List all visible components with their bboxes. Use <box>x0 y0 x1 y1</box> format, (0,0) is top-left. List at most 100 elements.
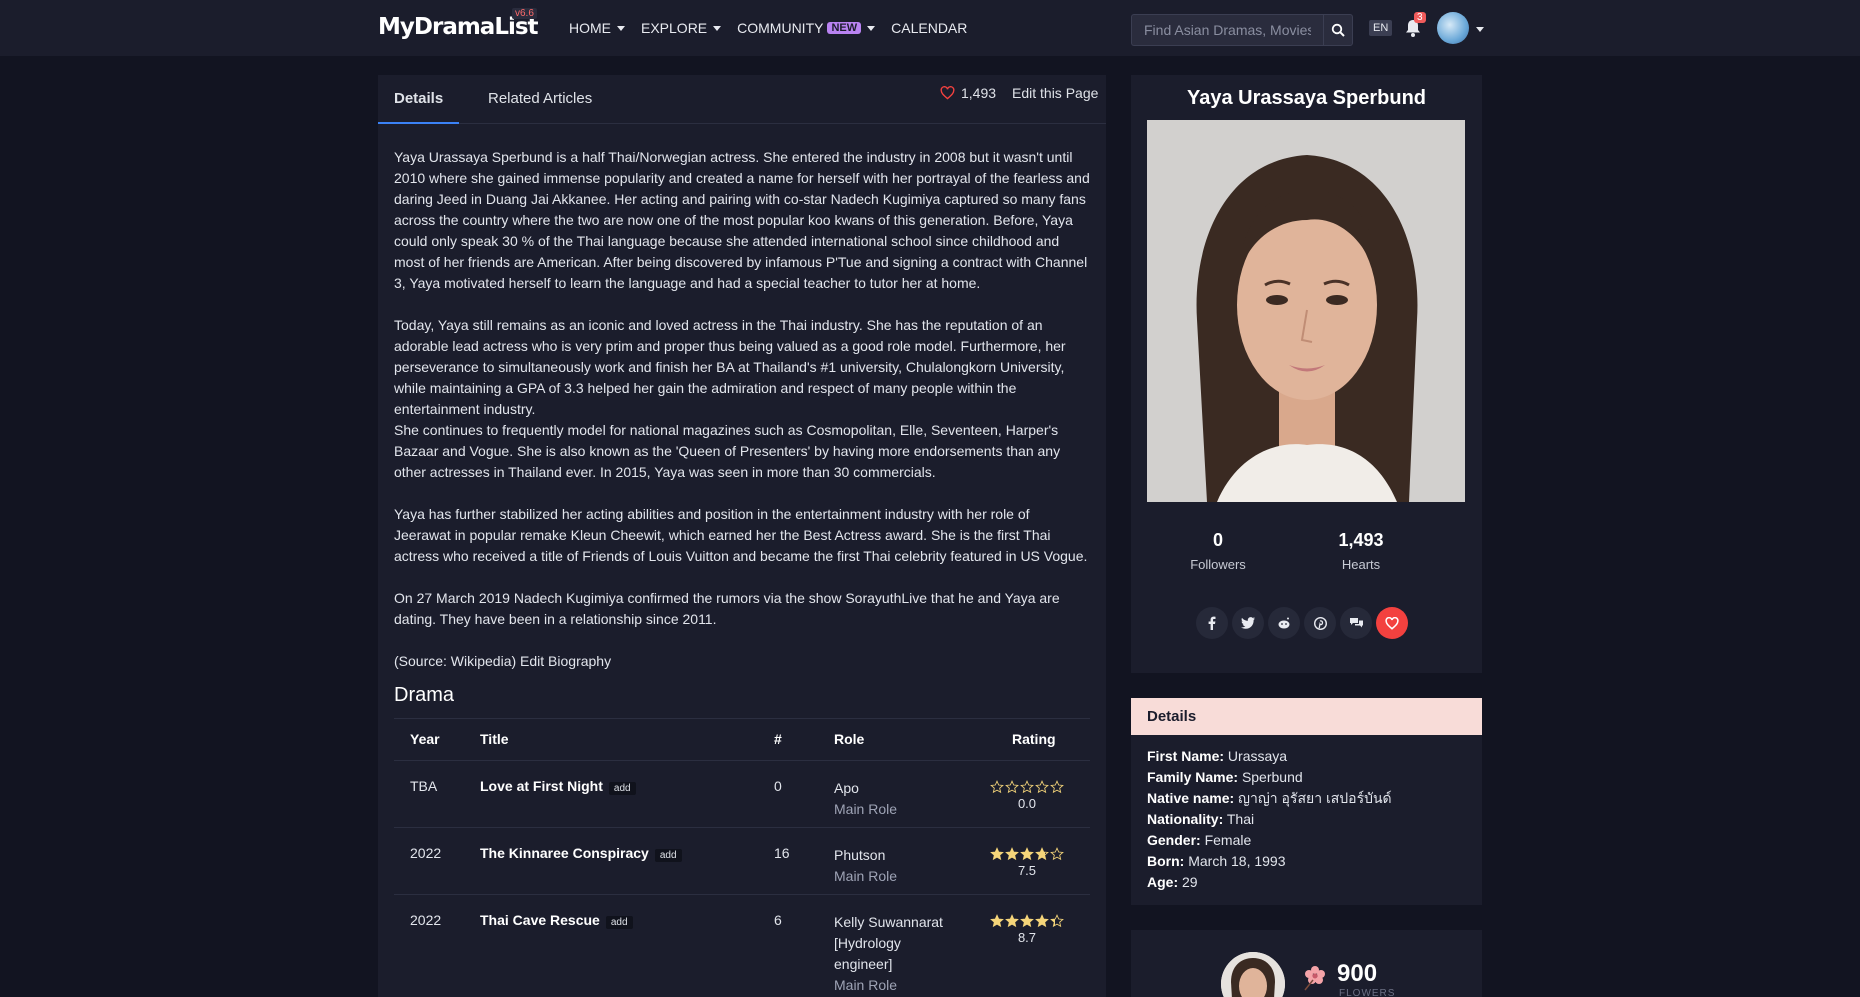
flower-icon <box>1304 966 1325 991</box>
nav-community[interactable]: COMMUNITY NEW <box>737 20 876 36</box>
drama-heading: Drama <box>394 684 455 706</box>
star-icon <box>990 780 1004 794</box>
column-year: Year <box>410 731 440 747</box>
search-icon <box>1331 23 1345 37</box>
twitter-share-button[interactable] <box>1232 607 1264 639</box>
detail-value: 29 <box>1182 874 1198 890</box>
star-icon <box>1035 847 1049 861</box>
star-rating <box>990 847 1064 861</box>
drama-episodes: 6 <box>774 912 782 928</box>
facebook-icon <box>1208 616 1216 630</box>
detail-item: Age: 29 <box>1147 872 1466 893</box>
biography: Yaya Urassaya Sperbund is a half Thai/No… <box>394 147 1090 693</box>
detail-item: Native name: ญาญ่า อุรัสยา เสปอร์บันด์ <box>1147 788 1466 809</box>
role-name: Kelly Suwannarat [Hydrology engineer] <box>834 914 943 972</box>
rating-value: 7.5 <box>1017 863 1037 878</box>
add-to-list-button[interactable]: add <box>605 916 633 929</box>
star-icon <box>1050 780 1064 794</box>
table-row: 2022 Thai Cave Rescue add 6 Kelly Suwanna… <box>394 895 1090 997</box>
details-list: First Name: Urassaya Family Name: Sperbu… <box>1131 735 1482 904</box>
nav-home[interactable]: HOME <box>569 20 625 36</box>
heart-outline-icon <box>940 86 955 100</box>
rating-value: 0.0 <box>1017 796 1037 811</box>
role-type: Main Role <box>834 868 898 884</box>
drama-title-link[interactable]: Thai Cave Rescue <box>480 912 600 928</box>
detail-label: Native name: <box>1147 790 1235 806</box>
heart-count-button[interactable]: 1,493 <box>940 85 996 101</box>
actor-photo <box>1147 120 1465 502</box>
profile-stats: 0 Followers 1,493 Hearts <box>1131 530 1482 580</box>
detail-value: Urassaya <box>1227 748 1288 764</box>
comments-button[interactable] <box>1340 607 1372 639</box>
nav-home-label: HOME <box>569 20 611 36</box>
detail-label: Gender: <box>1147 832 1201 848</box>
drama-year: TBA <box>410 778 438 794</box>
bio-paragraph: On 27 March 2019 Nadech Kugimiya confirm… <box>394 590 1060 627</box>
pinterest-share-button[interactable] <box>1304 607 1336 639</box>
detail-value: Female <box>1204 832 1252 848</box>
star-icon <box>1050 914 1064 928</box>
detail-value: ญาญ่า อุรัสยา เสปอร์บันด์ <box>1238 790 1392 806</box>
followers-count: 0 <box>1212 530 1223 550</box>
drama-episodes: 0 <box>774 778 782 794</box>
followers-stat[interactable]: 0 Followers <box>1158 530 1278 572</box>
heart-button[interactable] <box>1376 607 1408 639</box>
chevron-down-icon <box>867 25 876 31</box>
star-icon <box>1020 914 1034 928</box>
nav-calendar[interactable]: CALENDAR <box>891 20 967 36</box>
column-episodes: # <box>774 731 782 747</box>
detail-value[interactable]: Thai <box>1227 811 1254 827</box>
site-logo[interactable]: MyDramaList v6.6 <box>378 8 539 42</box>
detail-label: First Name: <box>1147 748 1225 764</box>
rating-value: 8.7 <box>1017 930 1037 945</box>
avatar-image <box>1221 952 1285 997</box>
comments-icon <box>1349 618 1363 628</box>
detail-value: March 18, 1993 <box>1188 853 1286 869</box>
detail-item: Born: March 18, 1993 <box>1147 851 1466 872</box>
add-to-list-button[interactable]: add <box>654 849 682 862</box>
followers-label: Followers <box>1190 557 1246 572</box>
language-selector[interactable]: EN <box>1369 20 1393 36</box>
role-name: Apo <box>834 780 859 796</box>
main-nav: HOME EXPLORE COMMUNITY NEW CALENDAR <box>569 0 967 56</box>
bio-paragraph: Yaya Urassaya Sperbund is a half Thai/No… <box>394 149 1090 291</box>
drama-title-link[interactable]: The Kinnaree Conspiracy <box>480 845 649 861</box>
actor-avatar[interactable] <box>1221 952 1285 997</box>
profile-card: Yaya Urassaya Sperbund 0 Followers 1,493… <box>1131 75 1482 673</box>
chevron-down-icon[interactable] <box>1476 27 1484 32</box>
reddit-share-button[interactable] <box>1268 607 1300 639</box>
detail-value: Sperbund <box>1241 769 1303 785</box>
flowers-label: FLOWERS <box>1339 988 1396 997</box>
new-badge: NEW <box>827 22 862 34</box>
pinterest-icon <box>1313 616 1327 630</box>
actor-name: Yaya Urassaya Sperbund <box>1186 87 1426 109</box>
drama-title-link[interactable]: Love at First Night <box>480 778 603 794</box>
reddit-icon <box>1278 617 1290 629</box>
table-row: 2022 The Kinnaree Conspiracy add 16 Phuts… <box>394 828 1090 895</box>
star-icon <box>1035 780 1049 794</box>
bio-paragraph: Today, Yaya still remains as an iconic a… <box>394 317 1066 417</box>
share-buttons <box>1196 607 1408 639</box>
hearts-stat[interactable]: 1,493 Hearts <box>1301 530 1421 572</box>
top-navbar: MyDramaList v6.6 HOME EXPLORE COMMUNITY … <box>0 0 1860 56</box>
role-type: Main Role <box>834 977 898 993</box>
facebook-share-button[interactable] <box>1196 607 1228 639</box>
portrait-image <box>1147 120 1465 502</box>
star-rating <box>990 914 1064 928</box>
nav-explore[interactable]: EXPLORE <box>641 20 722 36</box>
star-icon <box>990 914 1004 928</box>
star-icon <box>1020 780 1034 794</box>
user-avatar[interactable] <box>1437 12 1469 44</box>
heart-count: 1,493 <box>961 85 997 101</box>
search-input[interactable] <box>1131 14 1323 46</box>
edit-page-link[interactable]: Edit this Page <box>1012 85 1098 101</box>
tab-details[interactable]: Details <box>378 75 460 124</box>
add-to-list-button[interactable]: add <box>608 782 636 795</box>
bio-source[interactable]: (Source: Wikipedia) Edit Biography <box>394 651 1090 672</box>
nav-calendar-label: CALENDAR <box>891 20 968 36</box>
search-button[interactable] <box>1323 14 1353 46</box>
bio-paragraph: She continues to frequently model for na… <box>394 422 1061 480</box>
tab-related-articles[interactable]: Related Articles <box>472 75 608 124</box>
star-icon <box>990 847 1004 861</box>
hearts-count: 1,493 <box>1338 530 1384 550</box>
